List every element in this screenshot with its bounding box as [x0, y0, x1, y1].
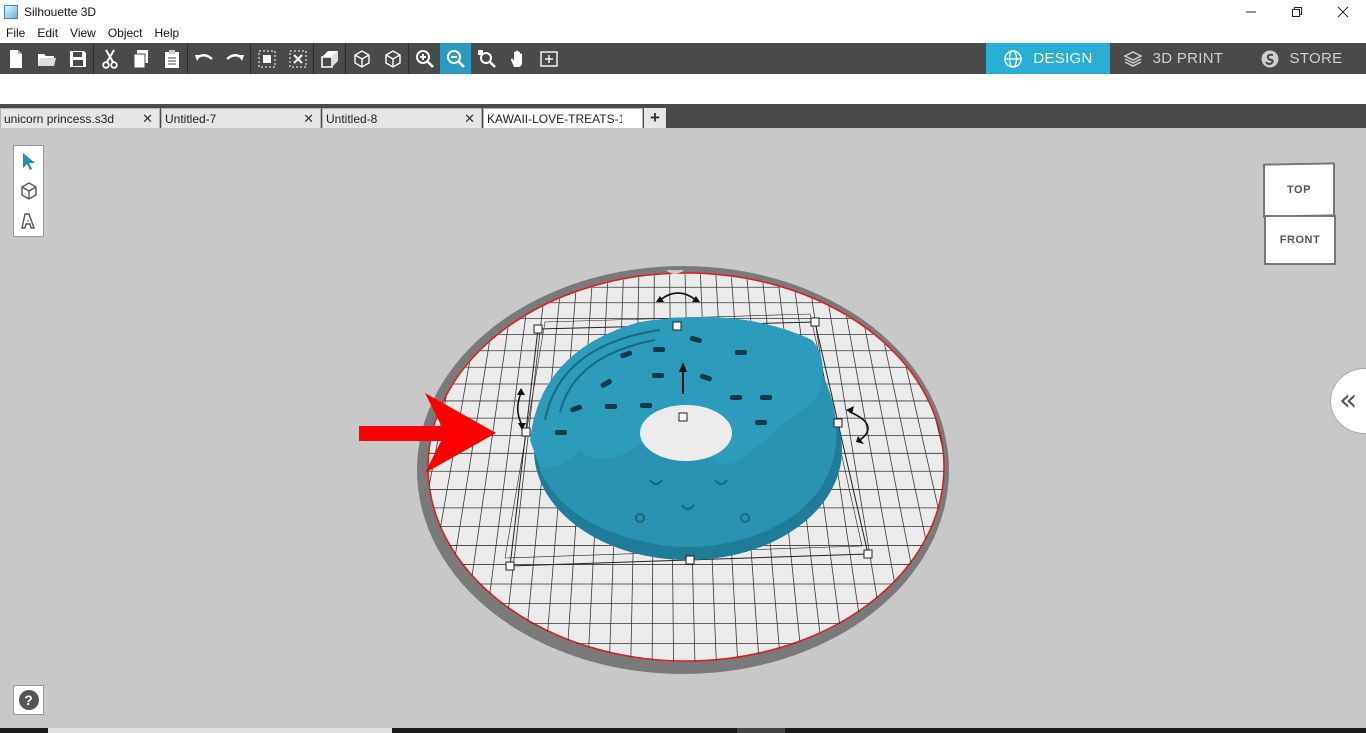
new-file-button[interactable]: [0, 43, 31, 74]
tool-palette: [13, 145, 44, 237]
clipboard-icon: [164, 49, 179, 68]
restore-icon: [1292, 6, 1302, 17]
document-tab-label: KAWAII-LOVE-TREATS-15.: [487, 111, 622, 126]
document-tab-label: unicorn princess.s3d: [4, 111, 115, 126]
cube-view-button[interactable]: [346, 43, 377, 74]
text-tool[interactable]: [14, 206, 43, 236]
group-icon: [258, 50, 275, 67]
select-tool[interactable]: [14, 146, 43, 176]
3d-viewport[interactable]: [0, 128, 1366, 728]
extrude-button[interactable]: [314, 43, 345, 74]
taskbar-segment: [737, 728, 785, 733]
ungroup-icon: [289, 50, 306, 67]
add-tab-button[interactable]: +: [644, 108, 666, 128]
fit-page-button[interactable]: [533, 43, 564, 74]
group-button[interactable]: [251, 43, 282, 74]
shape-tool[interactable]: [14, 176, 43, 206]
close-icon: [1337, 6, 1349, 17]
close-button[interactable]: [1320, 0, 1366, 23]
restore-button[interactable]: [1274, 0, 1320, 23]
paste-button[interactable]: [156, 43, 187, 74]
store-mode-tab[interactable]: STORE: [1236, 43, 1366, 74]
copy-button[interactable]: [125, 43, 156, 74]
cube-icon: [20, 182, 37, 200]
print-mode-label: 3D PRINT: [1152, 50, 1224, 67]
design-mode-label: DESIGN: [1033, 50, 1093, 67]
window-title: Silhouette 3D: [24, 4, 97, 19]
help-icon: ?: [18, 690, 39, 710]
document-tab-bar: unicorn princess.s3d ✕ Untitled-7 ✕ Unti…: [0, 104, 1366, 128]
menu-edit[interactable]: Edit: [31, 26, 64, 40]
view-cube[interactable]: TOP FRONT: [1261, 162, 1337, 267]
copy-icon: [133, 49, 148, 68]
minimize-icon: [1246, 11, 1256, 12]
menu-view[interactable]: View: [64, 26, 102, 40]
hand-icon: [510, 50, 522, 67]
zoom-fit-button[interactable]: [471, 43, 502, 74]
taskbar-strip: [0, 728, 1366, 733]
extrude-icon: [320, 50, 338, 68]
window-controls: [1228, 0, 1366, 23]
redo-button[interactable]: [219, 43, 250, 74]
fit-page-icon: [539, 50, 558, 67]
redo-icon: [225, 53, 244, 61]
print-layers-icon: [1122, 50, 1143, 67]
save-icon: [69, 50, 86, 67]
title-bar: Silhouette 3D: [0, 0, 1366, 23]
zoom-out-button[interactable]: [440, 43, 471, 74]
taskbar-segment: [48, 728, 392, 733]
help-button[interactable]: ?: [13, 685, 44, 715]
document-tab-label: Untitled-7: [165, 111, 217, 126]
options-bar: [0, 74, 1366, 104]
save-button[interactable]: [62, 43, 93, 74]
3d-scene: [359, 266, 949, 674]
zoom-out-icon: [446, 49, 465, 68]
menu-object[interactable]: Object: [102, 26, 149, 40]
undo-icon: [194, 53, 213, 61]
zoom-in-button[interactable]: [409, 43, 440, 74]
pan-button[interactable]: [502, 43, 533, 74]
document-tab[interactable]: Untitled-8 ✕: [322, 108, 482, 128]
view-cube-top[interactable]: TOP: [1263, 162, 1335, 218]
tab-close-icon[interactable]: ✕: [464, 111, 475, 127]
document-tab[interactable]: unicorn princess.s3d ✕: [0, 108, 160, 128]
undo-button[interactable]: [188, 43, 219, 74]
ungroup-button[interactable]: [282, 43, 313, 74]
minimize-button[interactable]: [1228, 0, 1274, 23]
menu-file[interactable]: File: [0, 26, 31, 40]
app-window: Silhouette 3D File Edit View Object Help: [0, 0, 1366, 733]
open-button[interactable]: [31, 43, 62, 74]
app-logo-icon: [4, 4, 18, 19]
main-toolbar: DESIGN 3D PRINT STORE: [0, 43, 1366, 74]
new-file-icon: [9, 49, 22, 68]
menu-bar: File Edit View Object Help: [0, 23, 1366, 43]
view-cube-front[interactable]: FRONT: [1264, 215, 1336, 265]
design-mode-tab[interactable]: DESIGN: [986, 43, 1110, 74]
cube-alt-button[interactable]: [377, 43, 408, 74]
donut-model[interactable]: [530, 316, 842, 560]
print-mode-tab[interactable]: 3D PRINT: [1110, 43, 1236, 74]
cube-icon: [353, 49, 370, 68]
chevron-double-left-icon: «: [1339, 383, 1358, 418]
scissors-icon: [101, 48, 118, 69]
text-3d-icon: [20, 213, 35, 229]
document-tab-active[interactable]: KAWAII-LOVE-TREATS-15.: [483, 108, 643, 128]
document-tab[interactable]: Untitled-7 ✕: [161, 108, 321, 128]
tab-close-icon[interactable]: ✕: [303, 111, 314, 127]
cut-button[interactable]: [94, 43, 125, 74]
store-icon: [1261, 50, 1279, 67]
cube-outline-icon: [384, 49, 401, 68]
open-folder-icon: [37, 53, 56, 66]
mode-switcher: DESIGN 3D PRINT STORE: [986, 43, 1366, 74]
zoom-in-icon: [415, 49, 434, 68]
tab-close-icon[interactable]: ✕: [142, 111, 153, 127]
globe-icon: [1004, 49, 1023, 68]
zoom-fit-icon: [477, 49, 496, 68]
store-mode-label: STORE: [1289, 50, 1343, 67]
menu-help[interactable]: Help: [149, 26, 186, 40]
cursor-arrow-icon: [22, 153, 35, 170]
document-tab-label: Untitled-8: [326, 111, 378, 126]
